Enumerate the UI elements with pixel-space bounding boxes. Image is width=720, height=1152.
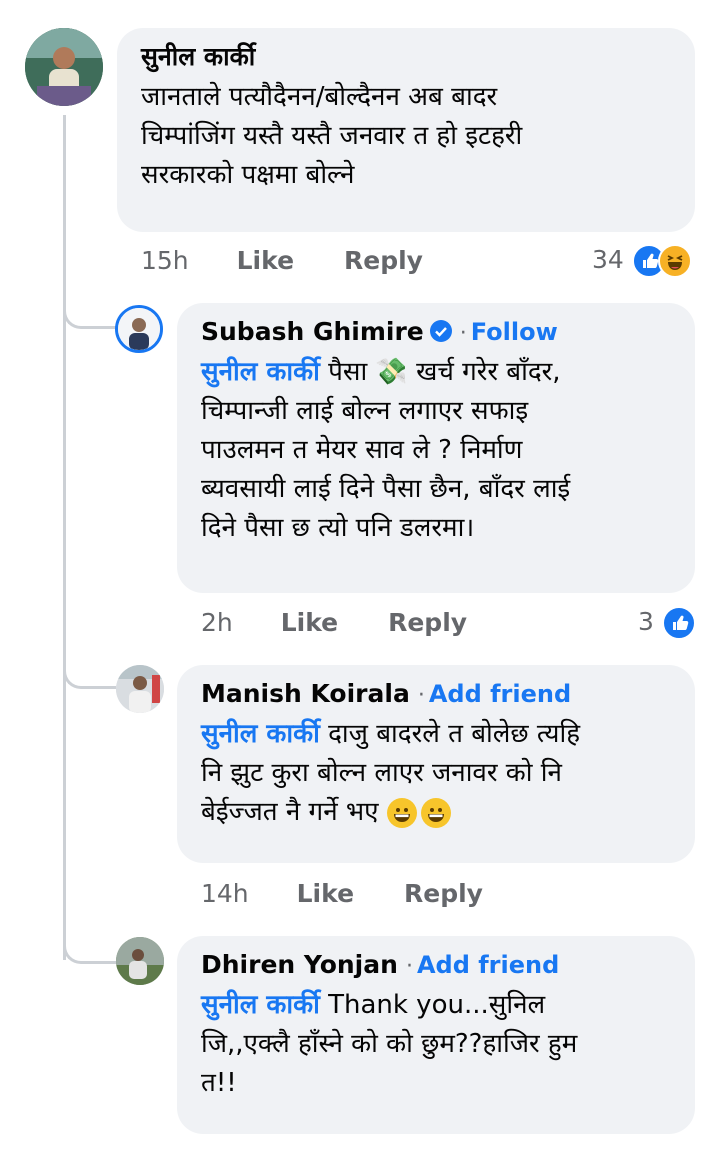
- add-friend-button[interactable]: Add friend: [417, 951, 559, 979]
- reactions-summary[interactable]: 3: [638, 605, 696, 640]
- timestamp[interactable]: 14h: [201, 877, 249, 911]
- comment-author[interactable]: Subash Ghimire: [201, 317, 424, 346]
- mention-link[interactable]: सुनील कार्की: [201, 719, 320, 749]
- reactions-summary[interactable]: 34: [592, 243, 692, 278]
- comment-text: सुनील कार्की Thank you...सुनिल जि,,एक्लै…: [201, 990, 578, 1098]
- timestamp[interactable]: 15h: [141, 244, 189, 278]
- comment-author[interactable]: सुनील कार्की: [141, 42, 255, 71]
- grinning-emoji-icon: [386, 797, 417, 828]
- comment-author[interactable]: Manish Koirala: [201, 679, 410, 708]
- avatar[interactable]: [116, 665, 164, 713]
- mention-link[interactable]: सुनील कार्की: [201, 990, 320, 1020]
- like-icon: [661, 606, 696, 640]
- like-button[interactable]: Like: [237, 244, 294, 278]
- thread-branch-2: [63, 660, 116, 689]
- comment-bubble: सुनील कार्की जानताले पत्यौदैनन/बोल्दैनन …: [117, 28, 695, 232]
- like-button[interactable]: Like: [297, 877, 354, 911]
- comment-actions: 2h Like Reply: [201, 606, 467, 640]
- avatar[interactable]: [115, 305, 163, 353]
- comment-actions: 15h Like Reply: [141, 244, 423, 278]
- reaction-count: 3: [638, 607, 654, 636]
- reaction-count: 34: [592, 245, 624, 274]
- comment-text: सुनील कार्की पैसा 💸 खर्च गरेर बाँदर, चिम…: [201, 357, 571, 543]
- like-button[interactable]: Like: [281, 606, 338, 640]
- timestamp[interactable]: 2h: [201, 606, 233, 640]
- verified-badge-icon: [429, 320, 452, 342]
- reply-button[interactable]: Reply: [404, 877, 483, 911]
- follow-button[interactable]: Follow: [471, 318, 558, 346]
- comment-text: सुनील कार्की दाजु बादरले त बोलेछ त्यहि न…: [201, 719, 581, 828]
- haha-icon: [657, 244, 692, 278]
- thread-branch-1: [63, 300, 116, 329]
- comment-bubble: Manish Koirala · Add friend सुनील कार्की द…: [177, 665, 695, 863]
- comment-bubble: Dhiren Yonjan · Add friend सुनील कार्की Th…: [177, 936, 695, 1134]
- thread-branch-3: [63, 935, 116, 964]
- comment-bubble: Subash Ghimire · Follow सुनील कार्की पैसा …: [177, 303, 695, 593]
- reply-button[interactable]: Reply: [344, 244, 423, 278]
- mention-link[interactable]: सुनील कार्की: [201, 357, 320, 387]
- reply-button[interactable]: Reply: [388, 606, 467, 640]
- comment-author[interactable]: Dhiren Yonjan: [201, 950, 398, 979]
- avatar[interactable]: [25, 28, 103, 106]
- avatar[interactable]: [116, 937, 164, 985]
- thread-line-vertical: [63, 115, 66, 960]
- grinning-emoji-icon: [420, 797, 451, 828]
- comment-actions: 14h Like Reply: [201, 877, 483, 911]
- comment-text: जानताले पत्यौदैनन/बोल्दैनन अब बादर चिम्प…: [141, 82, 523, 190]
- add-friend-button[interactable]: Add friend: [429, 680, 571, 708]
